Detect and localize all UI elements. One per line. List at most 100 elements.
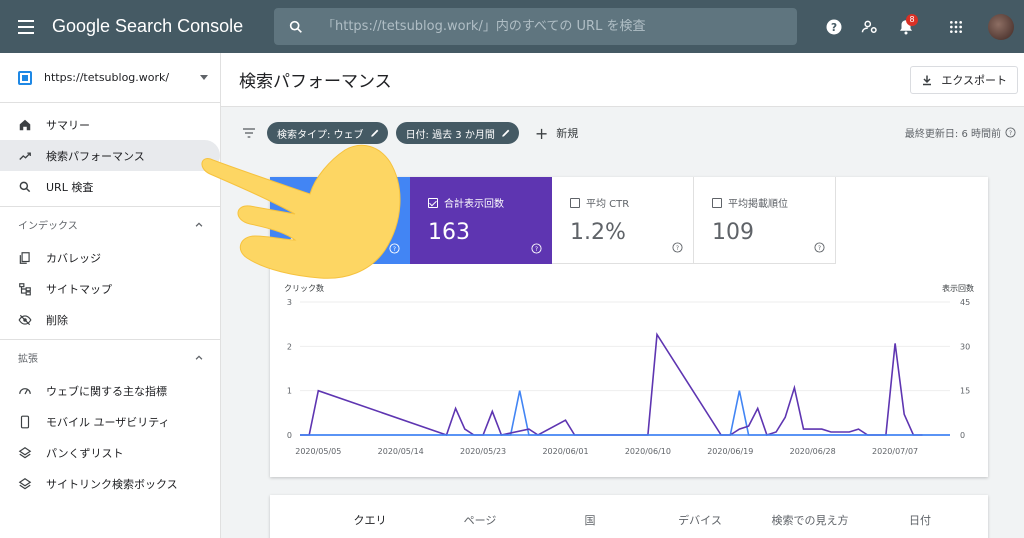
x-tick-label: 2020/05/23 [460,447,506,456]
checkbox-unchecked-icon[interactable] [570,197,580,208]
search-input[interactable] [322,19,792,34]
chevron-up-icon [195,354,203,360]
last-updated: 最終更新日: 6 時間前 ? [905,125,1016,140]
edit-pencil-icon [370,129,378,137]
new-label: 新規 [556,127,579,140]
tile-label: 合計表示回数 [444,199,504,210]
plus-icon: + [534,123,549,143]
tile-average-position[interactable]: 平均掲載順位 109 ? [694,177,836,264]
tile-total-impressions[interactable]: 合計表示回数 163 ? [410,177,552,264]
tab-queries[interactable]: クエリ [315,512,425,528]
checkbox-checked-icon[interactable] [428,197,438,208]
sidebar-item-performance[interactable]: 検索パフォーマンス [0,140,220,171]
property-icon [18,70,32,85]
help-circle-icon[interactable]: ? [814,242,825,253]
edit-pencil-icon [502,129,510,137]
x-tick-label: 2020/06/10 [625,447,671,456]
filter-icon[interactable] [241,125,257,141]
tab-countries[interactable]: 国 [535,512,645,528]
hamburger-menu-icon[interactable] [18,15,42,39]
tab-search-appearance[interactable]: 検索での見え方 [755,512,865,528]
sidebar-item-label: パンくずリスト [46,446,124,460]
svg-text:?: ? [676,245,679,252]
new-filter-button[interactable]: + 新規 [535,124,578,143]
search-icon [18,180,32,194]
section-index-header[interactable]: インデックス [0,206,220,242]
y-tick-right: 30 [960,342,970,351]
sidebar-item-label: ウェブに関する主な指標 [46,384,167,398]
y-axis-left-label: クリック数 [284,283,324,293]
chip-label: 検索タイプ: ウェブ [277,129,364,141]
sidebar-item-label: サマリー [46,118,90,132]
export-label: エクスポート [941,74,1007,87]
help-icon[interactable]: ? [816,9,852,45]
url-inspect-search[interactable] [274,8,797,45]
sidebar-item-core-web-vitals[interactable]: ウェブに関する主な指標 [0,375,220,406]
y-tick-left: 0 [287,431,292,440]
download-icon [923,75,932,86]
search-type-chip[interactable]: 検索タイプ: ウェブ [267,122,388,144]
sidebar-item-label: カバレッジ [46,251,101,265]
svg-text:?: ? [393,246,396,253]
app-title: Google Search Console [52,16,244,36]
tab-devices[interactable]: デバイス [645,512,755,528]
layers-icon [18,446,32,460]
sidebar-item-coverage[interactable]: カバレッジ [0,242,220,273]
sidebar-item-label: 削除 [46,313,68,327]
sitemap-icon [18,282,32,296]
page-header: 検索パフォーマンス エクスポート [221,53,1024,107]
sidebar-item-label: 検索パフォーマンス [46,149,145,163]
notification-badge: 8 [906,13,918,26]
account-settings-icon[interactable] [852,9,888,45]
help-circle-icon[interactable]: ? [531,243,542,254]
x-tick-label: 2020/06/28 [790,447,836,456]
performance-chart: クリック数 表示回数3 452 301 150 02020/05/05 2020/05/14… [284,283,974,456]
section-label: 拡張 [18,354,38,365]
sidebar-item-url-inspection[interactable]: URL 検査 [0,171,220,202]
sidebar-item-label: モバイル ユーザビリティ [46,415,170,429]
help-circle-icon[interactable]: ? [389,243,400,254]
chevron-up-icon [195,221,203,227]
help-circle-icon[interactable]: ? [1005,127,1016,138]
user-avatar[interactable] [988,13,1014,40]
sidebar-item-label: サイトマップ [46,282,112,296]
date-range-chip[interactable]: 日付: 過去 3 か月間 [395,122,519,144]
y-tick-left: 3 [287,298,292,307]
sidebar-item-label: サイトリンク検索ボックス [46,477,178,491]
sidebar-item-sitemaps[interactable]: サイトマップ [0,273,220,304]
sidebar-item-removals[interactable]: 削除 [0,304,220,335]
y-tick-left: 1 [287,387,292,396]
section-label: インデックス [18,221,78,232]
chip-label: 日付: 過去 3 か月間 [405,129,495,141]
section-enhancements-header[interactable]: 拡張 [0,339,220,375]
last-updated-text: 最終更新日: 6 時間前 [904,129,1001,140]
impressions-value: 163 [428,220,470,245]
sidebar-item-summary[interactable]: サマリー [0,109,220,140]
sidebar-item-sitelinks-searchbox[interactable]: サイトリンク検索ボックス [0,468,220,499]
tab-pages[interactable]: ページ [425,512,535,528]
x-tick-label: 2020/06/01 [542,447,588,456]
notifications-bell-icon[interactable]: 8 [888,9,924,45]
tile-average-ctr[interactable]: 平均 CTR 1.2% ? [552,177,694,264]
y-tick-right: 15 [960,387,970,396]
help-circle-icon[interactable]: ? [672,242,683,253]
property-selector[interactable]: https://tetsublog.work/ [0,53,220,103]
checkbox-unchecked-icon[interactable] [712,197,722,208]
export-button[interactable]: エクスポート [910,66,1018,94]
app-header: Google Search Console ? 8 [0,0,1024,53]
search-icon [289,20,302,33]
page-title: 検索パフォーマンス [239,72,392,92]
y-tick-right: 0 [960,431,965,440]
sidebar-item-label: URL 検査 [46,180,94,194]
y-tick-right: 45 [960,298,970,307]
dropdown-caret-icon [200,75,208,80]
apps-grid-icon[interactable] [938,9,974,45]
performance-card: 2 ? 合計表示回数 163 ? 平均 CTR 1.2% ? 平均掲載順位 10… [270,177,988,477]
sidebar-item-mobile-usability[interactable]: モバイル ユーザビリティ [0,406,220,437]
tile-total-clicks[interactable]: 2 ? [270,177,410,264]
eye-off-icon [18,313,32,327]
tab-dates[interactable]: 日付 [865,512,975,528]
home-icon [18,118,32,132]
gauge-icon [18,384,32,398]
sidebar-item-breadcrumbs[interactable]: パンくずリスト [0,437,220,468]
